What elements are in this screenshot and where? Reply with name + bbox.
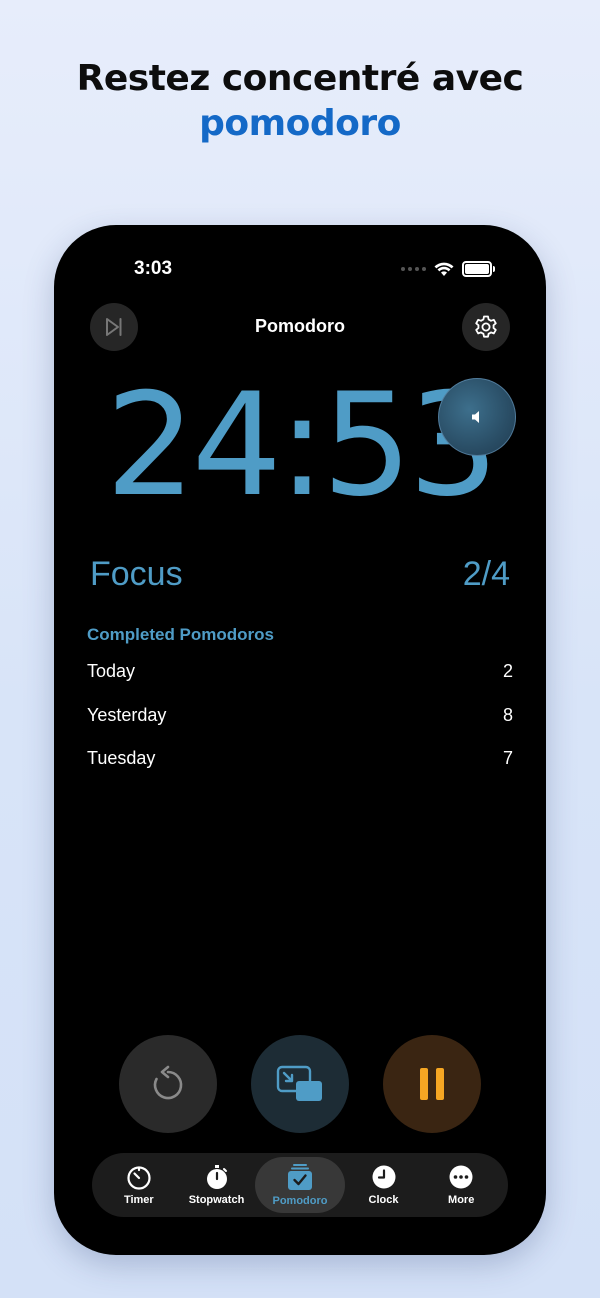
tab-timer[interactable]: Timer <box>100 1157 178 1213</box>
wifi-icon <box>434 262 454 276</box>
completed-section-title: Completed Pomodoros <box>87 625 275 644</box>
gear-icon <box>475 315 497 338</box>
timer-icon <box>127 1166 151 1190</box>
list-item-count: 7 <box>502 748 513 768</box>
list-item: Today 2 <box>87 661 513 705</box>
speaker-icon <box>472 411 479 423</box>
pause-icon <box>420 1068 444 1100</box>
reset-button[interactable] <box>119 1035 217 1133</box>
list-item-day: Tuesday <box>87 748 156 768</box>
tab-clock[interactable]: Clock <box>345 1157 423 1213</box>
session-progress: 2/4 <box>462 555 510 593</box>
tab-label: Timer <box>123 1194 154 1206</box>
pomodoro-icon <box>288 1164 312 1190</box>
session-label: Focus <box>90 555 183 593</box>
pause-button[interactable] <box>383 1035 481 1133</box>
list-item-count: 2 <box>502 661 513 681</box>
tab-label: More <box>448 1194 475 1206</box>
tab-pomodoro[interactable]: Pomodoro <box>255 1157 345 1213</box>
sound-button[interactable] <box>438 378 516 456</box>
list-item: Tuesday 7 <box>87 748 513 792</box>
clock-icon <box>372 1165 395 1189</box>
tab-label: Pomodoro <box>272 1195 328 1207</box>
headline: Restez concentré avec pomodoro <box>0 56 600 146</box>
completed-list: Today 2 Yesterday 8 Tuesday 7 <box>87 661 513 792</box>
cellular-signal-icon <box>401 267 426 271</box>
list-item-day: Yesterday <box>87 704 167 725</box>
list-item-count: 8 <box>502 704 513 725</box>
headline-line-2: pomodoro <box>199 103 401 144</box>
phone-screen: 3:03 Pomodoro 24:53 Focus 2/4 Completed … <box>54 225 546 1255</box>
more-icon <box>449 1165 473 1189</box>
tab-bar: Timer Stopwatch Pomodoro Clock More <box>92 1153 508 1217</box>
headline-line-1: Restez concentré avec <box>76 58 524 99</box>
status-icons <box>401 261 495 277</box>
reset-icon <box>153 1065 183 1100</box>
tab-label: Stopwatch <box>188 1194 245 1206</box>
picture-in-picture-icon <box>276 1065 322 1101</box>
picture-in-picture-button[interactable] <box>251 1035 349 1133</box>
status-time: 3:03 <box>134 258 173 279</box>
list-item: Yesterday 8 <box>87 705 513 749</box>
stopwatch-icon <box>206 1165 227 1189</box>
list-item-day: Today <box>87 661 136 681</box>
battery-icon <box>462 261 495 277</box>
tab-label: Clock <box>368 1194 399 1206</box>
tab-more[interactable]: More <box>422 1157 500 1213</box>
settings-button[interactable] <box>462 303 510 351</box>
tab-stopwatch[interactable]: Stopwatch <box>178 1157 256 1213</box>
